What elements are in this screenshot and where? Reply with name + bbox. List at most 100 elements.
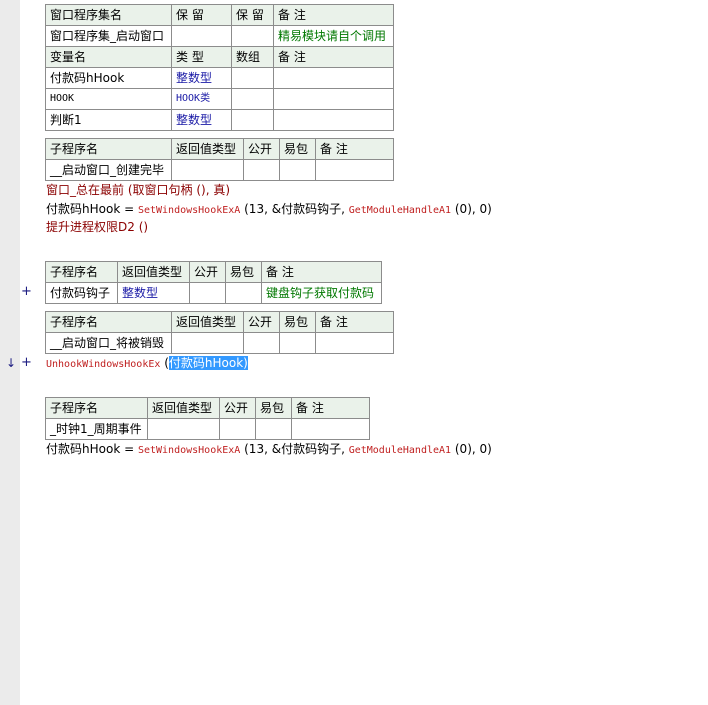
- public-cell[interactable]: [243, 159, 280, 181]
- public-cell[interactable]: [189, 282, 226, 304]
- col-return-type: 返回值类型: [147, 397, 220, 419]
- sub-note-cell[interactable]: 键盘钩子获取付款码: [261, 282, 382, 304]
- col-sub-name: 子程序名: [45, 138, 172, 160]
- col-public: 公开: [243, 311, 280, 333]
- code-fn: GetModuleHandleA1: [348, 205, 452, 216]
- var-type-cell[interactable]: 整数型: [171, 67, 232, 89]
- var-note-cell[interactable]: [273, 67, 394, 89]
- col-sub-name: 子程序名: [45, 261, 118, 283]
- code-op: =: [120, 442, 138, 456]
- code-line[interactable]: UnhookWindowsHookEx (付款码hHook): [46, 354, 248, 374]
- easy-pkg-cell[interactable]: [225, 282, 262, 304]
- sub-table-hook: 子程序名 返回值类型 公开 易包 备 注 付款码钩子 整数型 键盘钩子获取付款码: [45, 261, 382, 304]
- easy-pkg-cell[interactable]: [255, 418, 292, 440]
- var-type-cell[interactable]: HOOK类: [171, 88, 232, 110]
- var-array-cell[interactable]: [231, 109, 274, 131]
- col-reserved-1: 保 留: [171, 4, 232, 26]
- code-fn: GetModuleHandleA1: [348, 445, 452, 456]
- code-var: 付款码hHook: [46, 202, 121, 216]
- var-name-cell[interactable]: 付款码hHook: [45, 67, 172, 89]
- assembly-table: 窗口程序集名 保 留 保 留 备 注 窗口程序集_启动窗口 精易模块请自个调用 …: [45, 4, 394, 131]
- reserved-cell-2[interactable]: [231, 25, 274, 47]
- col-public: 公开: [219, 397, 256, 419]
- code-call: 提升进程权限D2: [46, 220, 135, 234]
- col-easy-pkg: 易包: [279, 311, 316, 333]
- public-cell[interactable]: [243, 332, 280, 354]
- expand-icon[interactable]: +: [21, 355, 32, 370]
- code-var: 付款码hHook: [46, 442, 121, 456]
- var-row: 付款码hHook 整数型: [45, 67, 394, 89]
- code-args: (13, &付款码钩子,: [240, 202, 349, 216]
- code-paren-open: (: [160, 356, 169, 370]
- col-sub-note: 备 注: [261, 261, 382, 283]
- col-sub-note: 备 注: [291, 397, 370, 419]
- code-fn: UnhookWindowsHookEx: [46, 359, 161, 370]
- code-line[interactable]: 窗口_总在最前 (取窗口句柄 (), 真): [46, 181, 230, 199]
- return-type-cell[interactable]: [171, 159, 244, 181]
- code-paren-close: ): [243, 356, 248, 370]
- public-cell[interactable]: [219, 418, 256, 440]
- return-type-cell[interactable]: [171, 332, 244, 354]
- var-array-cell[interactable]: [231, 67, 274, 89]
- arrow-down-icon: ↓: [6, 356, 17, 370]
- var-note-cell[interactable]: [273, 109, 394, 131]
- col-sub-note: 备 注: [315, 311, 394, 333]
- sub-name-cell[interactable]: __启动窗口_创建完毕: [45, 159, 172, 181]
- col-public: 公开: [243, 138, 280, 160]
- assembly-name-cell[interactable]: 窗口程序集_启动窗口: [45, 25, 172, 47]
- code-args: (13, &付款码钩子,: [240, 442, 349, 456]
- col-var-array: 数组: [231, 46, 274, 68]
- code-selected-arg: 付款码hHook: [168, 356, 244, 370]
- sub-name-cell[interactable]: 付款码钩子: [45, 282, 118, 304]
- code-args: (取窗口句柄 (), 真): [124, 183, 231, 197]
- sub-name-cell[interactable]: _时钟1_周期事件: [45, 418, 148, 440]
- sub-note-cell[interactable]: [291, 418, 370, 440]
- sub-table-destroy: 子程序名 返回值类型 公开 易包 备 注 __启动窗口_将被销毁: [45, 311, 394, 354]
- reserved-cell-1[interactable]: [171, 25, 232, 47]
- col-var-type: 类 型: [171, 46, 232, 68]
- easy-pkg-cell[interactable]: [279, 159, 316, 181]
- col-return-type: 返回值类型: [171, 138, 244, 160]
- col-note: 备 注: [273, 4, 394, 26]
- sub-table-timer: 子程序名 返回值类型 公开 易包 备 注 _时钟1_周期事件: [45, 397, 370, 440]
- code-line[interactable]: 付款码hHook = SetWindowsHookExA (13, &付款码钩子…: [46, 440, 492, 460]
- expand-icon[interactable]: +: [21, 284, 32, 299]
- code-call: 窗口_总在最前: [46, 183, 125, 197]
- col-easy-pkg: 易包: [225, 261, 262, 283]
- code-line[interactable]: 提升进程权限D2 (): [46, 218, 148, 236]
- var-name-cell[interactable]: 判断1: [45, 109, 172, 131]
- col-reserved-2: 保 留: [231, 4, 274, 26]
- var-type-cell[interactable]: 整数型: [171, 109, 232, 131]
- var-name-cell[interactable]: HOOK: [45, 88, 172, 110]
- code-line[interactable]: 付款码hHook = SetWindowsHookExA (13, &付款码钩子…: [46, 200, 492, 220]
- col-easy-pkg: 易包: [255, 397, 292, 419]
- col-sub-name: 子程序名: [45, 311, 172, 333]
- col-var-note: 备 注: [273, 46, 394, 68]
- code-args: (0), 0): [451, 442, 492, 456]
- col-return-type: 返回值类型: [171, 311, 244, 333]
- sub-table-create: 子程序名 返回值类型 公开 易包 备 注 __启动窗口_创建完毕: [45, 138, 394, 181]
- var-row: HOOK HOOK类: [45, 88, 394, 110]
- code-args: (0), 0): [451, 202, 492, 216]
- var-note-cell[interactable]: [273, 88, 394, 110]
- var-array-cell[interactable]: [231, 88, 274, 110]
- return-type-cell[interactable]: [147, 418, 220, 440]
- code-op: =: [120, 202, 138, 216]
- sub-note-cell[interactable]: [315, 332, 394, 354]
- var-row: 判断1 整数型: [45, 109, 394, 131]
- easy-pkg-cell[interactable]: [279, 332, 316, 354]
- col-sub-note: 备 注: [315, 138, 394, 160]
- col-assembly-name: 窗口程序集名: [45, 4, 172, 26]
- code-fn: SetWindowsHookExA: [137, 205, 241, 216]
- code-fn: SetWindowsHookExA: [137, 445, 241, 456]
- col-easy-pkg: 易包: [279, 138, 316, 160]
- col-return-type: 返回值类型: [117, 261, 190, 283]
- return-type-cell[interactable]: 整数型: [117, 282, 190, 304]
- sub-name-cell[interactable]: __启动窗口_将被销毁: [45, 332, 172, 354]
- line-gutter: [0, 0, 20, 705]
- col-public: 公开: [189, 261, 226, 283]
- assembly-note-cell[interactable]: 精易模块请自个调用: [273, 25, 394, 47]
- code-args: (): [134, 220, 149, 234]
- col-var-name: 变量名: [45, 46, 172, 68]
- sub-note-cell[interactable]: [315, 159, 394, 181]
